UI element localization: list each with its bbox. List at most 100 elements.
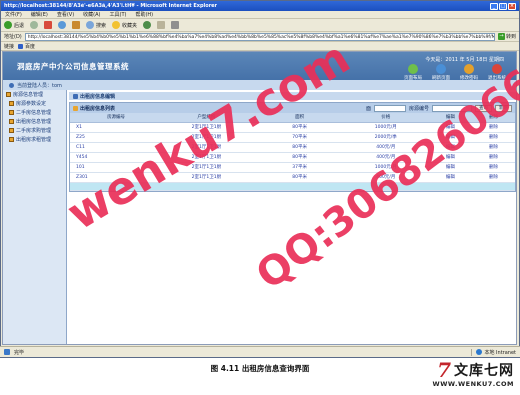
back-button[interactable]: 后退 bbox=[4, 21, 24, 29]
cell-house-id: Z25 bbox=[70, 132, 157, 143]
edit-link[interactable]: 编辑 bbox=[428, 142, 472, 153]
sidebar-item-params[interactable]: 房源参数设定 bbox=[3, 99, 66, 108]
edit-link[interactable]: 编辑 bbox=[428, 172, 472, 183]
add-button[interactable]: 新增 bbox=[495, 104, 512, 112]
edit-link[interactable]: 编辑 bbox=[428, 132, 472, 143]
cell-price: 400元/月 bbox=[342, 142, 429, 153]
sidebar-item-buy-requests[interactable]: 二手房求购管理 bbox=[3, 126, 66, 135]
menu-help[interactable]: 帮助(H) bbox=[135, 11, 153, 18]
cell-price: 1000元/月 bbox=[342, 122, 429, 133]
document-icon bbox=[9, 137, 14, 142]
favorites-label: 收藏夹 bbox=[122, 22, 138, 29]
browser-toolbar: 后退 搜索 收藏夹 bbox=[1, 19, 519, 32]
cell-layout: 2室1厅1卫1厨 bbox=[156, 132, 257, 143]
globe-icon bbox=[476, 349, 483, 355]
cell-house-id: Y454 bbox=[70, 152, 157, 163]
menu-favorites[interactable]: 收藏(A) bbox=[83, 11, 100, 18]
logout-button[interactable]: 退出系统 bbox=[486, 64, 508, 81]
query-button[interactable]: 查询 bbox=[475, 104, 492, 112]
system-title: 洞庭房产中介公司信息管理系统 bbox=[17, 62, 129, 71]
document-icon bbox=[9, 110, 14, 115]
table-row: X1 2室1厅1卫1厨 80平米 1000元/月 编辑 删除 bbox=[70, 122, 515, 133]
delete-link[interactable]: 删除 bbox=[471, 132, 515, 143]
go-button[interactable]: → 转到 bbox=[497, 33, 516, 40]
cell-layout: 2室1厅1卫1厨 bbox=[156, 172, 257, 183]
delete-link[interactable]: 删除 bbox=[471, 152, 515, 163]
list-icon bbox=[73, 105, 78, 111]
search-area: 面 房源编号 查询 新增 bbox=[366, 104, 512, 112]
web-page: 洞庭房产中介公司信息管理系统 今天是：2011 年 5月 18日 星期四 页面布… bbox=[2, 51, 517, 345]
address-input[interactable]: http://localhost:38144/%e5%b4%b0%e5%b1%b… bbox=[24, 32, 495, 41]
edit-link[interactable]: 编辑 bbox=[428, 152, 472, 163]
status-text: 完毕 bbox=[14, 349, 25, 356]
sidebar-item-label: 出租房信息管理 bbox=[16, 119, 52, 125]
sidebar-item-rent-requests[interactable]: 出租房求租管理 bbox=[3, 135, 66, 144]
mail-button[interactable] bbox=[157, 21, 166, 29]
stop-button[interactable] bbox=[44, 21, 53, 29]
layout-button[interactable]: 页面布局 bbox=[402, 64, 424, 81]
cell-price: 2000元/季 bbox=[342, 132, 429, 143]
cell-layout: 2室1厅1卫1厨 bbox=[156, 142, 257, 153]
cell-area: 80平米 bbox=[256, 152, 343, 163]
change-password-button[interactable]: 修改密码 bbox=[458, 64, 480, 81]
sidebar-head[interactable]: 房源信息管理 bbox=[3, 90, 66, 99]
edit-link[interactable]: 编辑 bbox=[428, 122, 472, 133]
menu-view[interactable]: 查看(V) bbox=[57, 11, 74, 18]
delete-link[interactable]: 删除 bbox=[471, 172, 515, 183]
home-button[interactable] bbox=[72, 21, 81, 29]
cell-house-id: Z301 bbox=[70, 172, 157, 183]
close-button[interactable]: × bbox=[508, 2, 516, 10]
history-button[interactable] bbox=[143, 21, 152, 29]
cell-area: 80平米 bbox=[256, 142, 343, 153]
sidebar-item-label: 二手房求购管理 bbox=[16, 128, 52, 134]
mail-icon bbox=[157, 21, 166, 29]
delete-link[interactable]: 删除 bbox=[471, 142, 515, 153]
table-row: Y454 2室1厅1卫1厨 80平米 400元/月 编辑 删除 bbox=[70, 152, 515, 163]
search-button[interactable]: 搜索 bbox=[86, 21, 106, 29]
refresh-button[interactable] bbox=[58, 21, 67, 29]
area-search-input[interactable] bbox=[373, 104, 406, 112]
top-actions: 页面布局 刷新页面 修改密码 退出系统 bbox=[402, 64, 508, 81]
document-icon bbox=[9, 101, 14, 106]
sidebar-item-label: 二手房信息管理 bbox=[16, 110, 52, 116]
status-bar: 完毕 本地 Intranet bbox=[0, 346, 520, 357]
cell-area: 80平米 bbox=[256, 172, 343, 183]
logo-url: WWW.WENKU7.COM bbox=[432, 380, 514, 388]
page-icon bbox=[18, 43, 24, 49]
menu-edit[interactable]: 编辑(E) bbox=[31, 11, 48, 18]
favorites-button[interactable]: 收藏夹 bbox=[112, 21, 137, 29]
print-button[interactable] bbox=[171, 21, 180, 29]
delete-link[interactable]: 删除 bbox=[471, 162, 515, 173]
edit-link[interactable]: 编辑 bbox=[428, 162, 472, 173]
document-icon bbox=[9, 119, 14, 124]
panel-head: 出租房信息列表 面 房源编号 查询 新增 bbox=[70, 103, 515, 113]
cell-price: 1000元/月 bbox=[342, 162, 429, 173]
menu-file[interactable]: 文件(F) bbox=[5, 11, 22, 18]
menu-tools[interactable]: 工具(T) bbox=[110, 11, 127, 18]
go-label: 转到 bbox=[505, 34, 516, 40]
sidebar-item-rental[interactable]: 出租房信息管理 bbox=[3, 117, 66, 126]
refresh-page-button[interactable]: 刷新页面 bbox=[430, 64, 452, 81]
col-delete: 删除 bbox=[471, 113, 515, 123]
cell-layout: 2室1厅1卫1厨 bbox=[156, 122, 257, 133]
link-baidu[interactable]: 百度 bbox=[18, 43, 35, 50]
site-logo: 7 文库七网 WWW.WENKU7.COM bbox=[433, 360, 514, 388]
maximize-button[interactable]: □ bbox=[499, 2, 507, 10]
link-baidu-label: 百度 bbox=[25, 43, 36, 50]
minimize-button[interactable]: _ bbox=[490, 2, 498, 10]
security-zone: 本地 Intranet bbox=[471, 348, 516, 356]
sidebar-item-secondhand[interactable]: 二手房信息管理 bbox=[3, 108, 66, 117]
zone-text: 本地 Intranet bbox=[484, 349, 516, 356]
cell-layout: 2室1厅1卫1厨 bbox=[156, 162, 257, 173]
house-id-search-input[interactable] bbox=[432, 104, 472, 112]
forward-button[interactable] bbox=[30, 21, 39, 29]
window-title: http://localhost:38144/8'Ã3é'-e6Ã3ã,4'Ã3… bbox=[4, 3, 218, 9]
cell-house-id: X1 bbox=[70, 122, 157, 133]
cell-price: 400元/月 bbox=[342, 152, 429, 163]
current-user: 当前登陆人员：tom bbox=[17, 82, 62, 89]
breadcrumb: 出租房信息编辑 bbox=[69, 92, 516, 100]
main-content: 出租房信息编辑 出租房信息列表 面 房源编号 查询 新增 房源编号 户型结构 面… bbox=[69, 92, 516, 192]
table-row: 101 2室1厅1卫1厨 37平米 1000元/月 编辑 删除 bbox=[70, 162, 515, 173]
delete-link[interactable]: 删除 bbox=[471, 122, 515, 133]
table-row: Z301 2室1厅1卫1厨 80平米 400元/月 编辑 删除 bbox=[70, 172, 515, 183]
